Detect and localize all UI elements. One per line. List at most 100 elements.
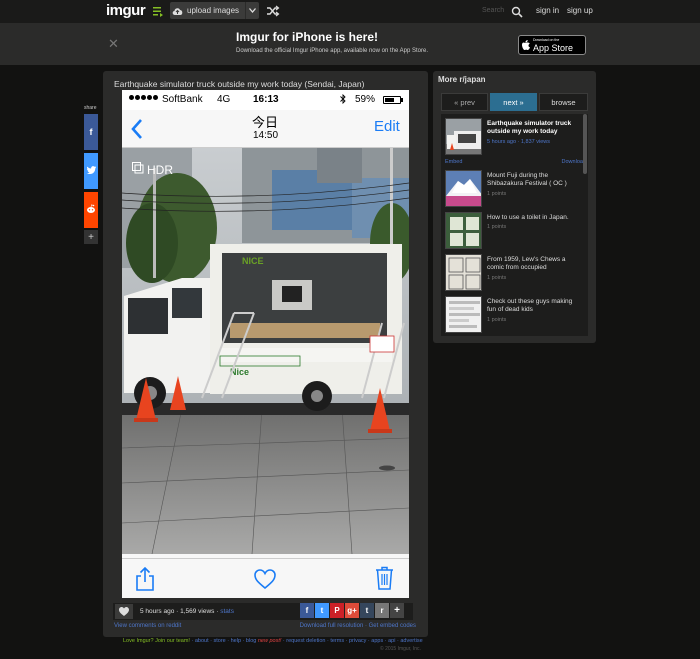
thumbnail bbox=[445, 254, 482, 291]
google-plus-icon[interactable]: g+ bbox=[345, 603, 359, 618]
nav-date: 今日 bbox=[252, 115, 279, 130]
download-embed-links: Download full resolution · Get embed cod… bbox=[299, 623, 416, 629]
network-label: 4G bbox=[217, 94, 231, 105]
twitter-icon bbox=[86, 166, 96, 176]
nav-time: 14:50 bbox=[253, 130, 279, 141]
facebook-icon: f bbox=[89, 127, 93, 137]
ios-nav-bar: 今日 14:50 Edit bbox=[122, 110, 409, 148]
banner-title: Imgur for iPhone is here! bbox=[236, 30, 379, 44]
hdr-icon bbox=[132, 162, 144, 177]
list-item[interactable]: Mount Fuji during the Shibazakura Festiv… bbox=[445, 170, 585, 208]
more-share-icon[interactable]: + bbox=[390, 603, 404, 618]
thumbnail bbox=[445, 212, 482, 249]
hdr-label: HDR bbox=[147, 162, 173, 177]
shuffle-icon[interactable] bbox=[266, 4, 280, 18]
join-team-link[interactable]: Love Imgur? Join our team! bbox=[123, 638, 190, 644]
trash-icon bbox=[375, 566, 394, 590]
stats-summary: 5 hours ago · 1,569 views · bbox=[140, 608, 221, 615]
list-item-title: Earthquake simulator truck outside my wo… bbox=[487, 120, 572, 135]
ios-status-bar: SoftBank 4G 16:13 59% bbox=[122, 90, 409, 110]
pinterest-icon[interactable]: P bbox=[330, 603, 344, 618]
post-title: Earthquake simulator truck outside my wo… bbox=[114, 79, 365, 89]
facebook-share-button[interactable]: f bbox=[84, 114, 98, 150]
facebook-icon[interactable]: f bbox=[300, 603, 314, 618]
heart-icon bbox=[119, 603, 129, 621]
view-comments-link[interactable]: View comments on reddit bbox=[114, 623, 181, 629]
thumbnail bbox=[445, 118, 482, 155]
hdr-badge: HDR bbox=[132, 162, 173, 177]
list-item-meta: 1 points bbox=[487, 275, 507, 281]
truck-photo: NICE Nice bbox=[122, 148, 409, 554]
battery-percent: 59% bbox=[355, 94, 376, 105]
embed-row: Embed Download bbox=[445, 159, 586, 165]
battery-icon bbox=[383, 96, 401, 104]
browse-button[interactable]: browse bbox=[539, 93, 588, 111]
signal-dots-icon bbox=[129, 95, 158, 100]
favorite-button[interactable] bbox=[115, 604, 133, 619]
footer-link-terms[interactable]: terms bbox=[330, 638, 344, 644]
close-icon[interactable]: ✕ bbox=[108, 37, 119, 50]
more-share-button[interactable]: + bbox=[84, 230, 98, 244]
top-navbar: imgur upload images Search sign in sign … bbox=[0, 0, 700, 23]
carrier-label: SoftBank bbox=[162, 94, 203, 105]
edit-label: Edit bbox=[374, 118, 400, 135]
tumblr-icon[interactable]: t bbox=[360, 603, 374, 618]
upload-images-button[interactable]: upload images bbox=[170, 2, 259, 19]
stats-link[interactable]: stats bbox=[220, 608, 234, 615]
cloud-upload-icon bbox=[170, 2, 184, 19]
footer-link-blog[interactable]: blog bbox=[246, 638, 256, 644]
thumbnail bbox=[445, 296, 482, 333]
sidebar-scrollbar[interactable] bbox=[583, 114, 587, 174]
embed-link[interactable]: Embed bbox=[445, 159, 462, 165]
footer-link-request-deletion[interactable]: request deletion bbox=[286, 638, 325, 644]
search-icon[interactable] bbox=[511, 5, 523, 18]
footer-links: Love Imgur? Join our team! · about · sto… bbox=[123, 638, 423, 644]
footer-link-privacy[interactable]: privacy bbox=[349, 638, 366, 644]
sidebar-title: More r/japan bbox=[438, 75, 486, 84]
share-label: share bbox=[84, 105, 97, 111]
app-promo-banner: ✕ Imgur for iPhone is here! Download the… bbox=[0, 23, 700, 65]
upload-label: upload images bbox=[187, 6, 240, 15]
post-stats: 5 hours ago · 1,569 views · stats bbox=[140, 608, 234, 615]
apple-icon bbox=[519, 36, 533, 54]
new-post-badge: new post! bbox=[257, 638, 282, 644]
footer-link-api[interactable]: api bbox=[388, 638, 395, 644]
embed-link[interactable]: Get embed codes bbox=[369, 623, 416, 629]
imgur-logo[interactable]: imgur bbox=[106, 2, 146, 19]
list-item-title: How to use a toilet in Japan. bbox=[487, 214, 569, 221]
list-item[interactable]: Earthquake simulator truck outside my wo… bbox=[445, 118, 585, 156]
list-item[interactable]: Check out these guys making fun of dead … bbox=[445, 296, 585, 334]
menu-icon[interactable] bbox=[152, 5, 164, 17]
next-button[interactable]: next » bbox=[490, 93, 537, 111]
footer-link-help[interactable]: help bbox=[231, 638, 241, 644]
list-item-title: Mount Fuji during the Shibazakura Festiv… bbox=[487, 172, 567, 187]
chevron-down-icon[interactable] bbox=[245, 2, 259, 19]
sign-up-link[interactable]: sign up bbox=[567, 6, 593, 15]
back-chevron-icon bbox=[130, 118, 144, 140]
search-input[interactable]: Search bbox=[482, 7, 504, 14]
footer-link-store[interactable]: store bbox=[214, 638, 226, 644]
list-item[interactable]: From 1959, Lew's Chews a comic from occu… bbox=[445, 254, 585, 292]
prev-button[interactable]: « prev bbox=[441, 93, 488, 111]
list-item-title: From 1959, Lew's Chews a comic from occu… bbox=[487, 256, 566, 271]
app-store-button[interactable]: Download on the App Store bbox=[518, 35, 586, 55]
sign-in-link[interactable]: sign in bbox=[536, 6, 559, 15]
footer-link-about[interactable]: about bbox=[195, 638, 209, 644]
post-image[interactable]: SoftBank 4G 16:13 59% 今日 14:50 Edit NICE… bbox=[122, 90, 409, 598]
twitter-share-button[interactable] bbox=[84, 153, 98, 189]
reddit-icon[interactable]: r bbox=[375, 603, 389, 618]
bluetooth-icon bbox=[340, 93, 346, 106]
sidebar-list: Earthquake simulator truck outside my wo… bbox=[441, 114, 588, 336]
list-item[interactable]: How to use a toilet in Japan. 1 points bbox=[445, 212, 585, 250]
download-link[interactable]: Download full resolution bbox=[300, 623, 364, 629]
footer-link-advertise[interactable]: advertise bbox=[400, 638, 422, 644]
list-item-meta: 5 hours ago · 1,837 views bbox=[487, 139, 550, 145]
reddit-share-button[interactable] bbox=[84, 192, 98, 228]
twitter-icon[interactable]: t bbox=[315, 603, 329, 618]
footer-link-apps[interactable]: apps bbox=[371, 638, 383, 644]
ios-toolbar bbox=[122, 558, 409, 598]
app-store-big-text: App Store bbox=[533, 42, 574, 53]
list-item-meta: 1 points bbox=[487, 317, 507, 323]
reddit-icon bbox=[86, 204, 96, 216]
heart-icon bbox=[254, 569, 276, 590]
